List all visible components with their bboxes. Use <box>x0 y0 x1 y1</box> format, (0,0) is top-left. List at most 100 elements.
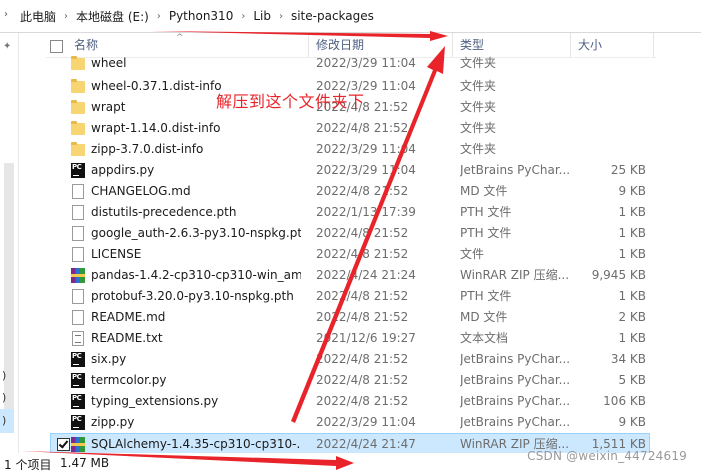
file-date: 2022/3/29 11:04 <box>316 142 416 156</box>
chevron-right-icon[interactable]: › <box>277 11 285 22</box>
file-type: JetBrains PyChar... <box>460 373 571 387</box>
file-name: google_auth-2.6.3-py3.10-nspkg.pth <box>91 226 301 240</box>
file-name: protobuf-3.20.0-py3.10-nspkg.pth <box>91 289 294 303</box>
table-row[interactable]: termcolor.py 2022/4/8 21:52 JetBrains PyCh… <box>46 370 650 391</box>
file-type: 文件 <box>460 247 485 261</box>
table-row[interactable]: google_auth-2.6.3-py3.10-nspkg.pth 2022/4… <box>46 223 650 244</box>
file-type: 文件夹 <box>460 121 497 135</box>
file-size <box>578 118 646 139</box>
folder-icon <box>71 142 85 156</box>
file-date: 2022/4/8 21:52 <box>316 373 409 387</box>
file-size <box>578 139 646 160</box>
table-row[interactable]: appdirs.py 2022/3/29 11:04 JetBrains PyCha… <box>46 160 650 181</box>
file-type: PTH 文件 <box>460 226 512 240</box>
file-name: typing_extensions.py <box>91 394 219 408</box>
file-name: README.txt <box>91 331 163 345</box>
breadcrumb-python310[interactable]: Python310 <box>163 9 240 23</box>
breadcrumb-drive-e[interactable]: 本地磁盘 (E:) <box>70 8 155 25</box>
navigation-item-fragment[interactable]: ) <box>2 391 6 404</box>
file-name: termcolor.py <box>91 373 167 387</box>
breadcrumb-this-pc[interactable]: 此电脑 <box>14 8 62 25</box>
table-row[interactable]: README.md 2022/4/8 21:52 MD 文件 2 KB <box>46 307 650 328</box>
file-size: 1 KB <box>618 226 646 240</box>
file-name: pandas-1.4.2-cp310-cp310-win_am... <box>91 268 301 282</box>
file-size: 9 KB <box>618 415 646 429</box>
nav-chevron-icon[interactable]: › <box>4 9 8 20</box>
navigation-item-fragment[interactable]: ) <box>2 369 6 382</box>
file-date: 2022/4/8 21:52 <box>316 310 409 324</box>
file-date: 2022/3/29 11:04 <box>316 415 416 429</box>
file-name: appdirs.py <box>91 163 155 177</box>
file-type: JetBrains PyChar... <box>460 415 571 429</box>
file-date: 2021/12/6 19:27 <box>316 331 416 345</box>
file-name: wheel <box>91 56 127 70</box>
file-size: 5 KB <box>618 373 646 387</box>
file-type: 文件夹 <box>460 56 497 70</box>
file-date: 2022/4/8 21:52 <box>316 394 409 408</box>
file-name: SQLAlchemy-1.4.35-cp310-cp310-... <box>91 437 301 451</box>
file-name: zipp.py <box>91 415 135 429</box>
file-date: 2022/4/8 21:52 <box>316 289 409 303</box>
table-row[interactable]: protobuf-3.20.0-py3.10-nspkg.pth 2022/4/8… <box>46 286 650 307</box>
file-size: 25 KB <box>610 163 646 177</box>
file-size: 1 KB <box>618 289 646 303</box>
row-checkbox[interactable] <box>57 438 70 451</box>
status-item-count: 1 个项目 <box>4 458 52 472</box>
text-file-icon <box>72 331 84 346</box>
file-size: 9,945 KB <box>591 268 646 282</box>
table-row[interactable]: wheel 2022/3/29 11:04 文件夹 <box>46 53 650 74</box>
table-row[interactable]: six.py 2022/4/8 21:52 JetBrains PyChar... 3… <box>46 349 650 370</box>
file-type: JetBrains PyChar... <box>460 394 571 408</box>
file-size: 1 KB <box>618 331 646 345</box>
table-row[interactable]: distutils-precedence.pth 2022/1/13 17:39 P… <box>46 202 650 223</box>
address-bar[interactable]: › 此电脑 › 本地磁盘 (E:) › Python310 › Lib › si… <box>0 0 701 33</box>
file-type: PTH 文件 <box>460 205 512 219</box>
file-size: 1 KB <box>618 247 646 261</box>
folder-icon <box>71 121 85 135</box>
table-row[interactable]: typing_extensions.py 2022/4/8 21:52 JetBra… <box>46 391 650 412</box>
file-icon <box>72 289 84 304</box>
file-icon <box>72 310 84 325</box>
navigation-pane[interactable]: ✦ ) ) ) <box>0 33 19 453</box>
file-name: LICENSE <box>91 247 142 261</box>
table-row[interactable]: pandas-1.4.2-cp310-cp310-win_am... 2022/4… <box>46 265 650 286</box>
file-name: CHANGELOG.md <box>91 184 191 198</box>
pycharm-file-icon <box>71 163 85 178</box>
file-icon <box>72 205 84 220</box>
table-row[interactable]: zipp.py 2022/3/29 11:04 JetBrains PyChar..… <box>46 412 650 433</box>
file-icon <box>72 247 84 262</box>
file-type: JetBrains PyChar... <box>460 352 571 366</box>
file-type: 文件夹 <box>460 79 497 93</box>
file-type: 文件夹 <box>460 100 497 114</box>
file-date: 2022/4/8 21:52 <box>316 247 409 261</box>
file-size <box>578 76 646 97</box>
table-row[interactable]: LICENSE 2022/4/8 21:52 文件 1 KB <box>46 244 650 265</box>
table-row[interactable]: CHANGELOG.md 2022/4/8 21:52 MD 文件 9 KB <box>46 181 650 202</box>
select-all-checkbox[interactable] <box>50 40 63 53</box>
file-date: 2022/3/29 11:04 <box>316 56 416 70</box>
breadcrumb-lib[interactable]: Lib <box>247 9 277 23</box>
file-size: 1 KB <box>618 205 646 219</box>
pin-icon: ✦ <box>3 41 12 52</box>
file-date: 2022/4/24 21:47 <box>316 437 416 451</box>
file-date: 2022/4/8 21:52 <box>316 226 409 240</box>
chevron-right-icon[interactable]: › <box>62 11 70 22</box>
file-name: distutils-precedence.pth <box>91 205 237 219</box>
table-row[interactable]: wrapt-1.14.0.dist-info 2022/4/8 21:52 文件夹 <box>46 118 650 139</box>
file-type: MD 文件 <box>460 184 508 198</box>
pycharm-file-icon <box>71 352 85 367</box>
navigation-item-fragment[interactable]: ) <box>2 414 6 427</box>
column-divider[interactable] <box>653 33 654 57</box>
file-date: 2022/4/8 21:52 <box>316 184 409 198</box>
breadcrumb: 此电脑 › 本地磁盘 (E:) › Python310 › Lib › site… <box>14 0 380 32</box>
breadcrumb-site-packages[interactable]: site-packages <box>285 9 380 23</box>
sort-ascending-icon: ^ <box>176 33 184 43</box>
file-name: zipp-3.7.0.dist-info <box>91 142 204 156</box>
table-row[interactable]: README.txt 2021/12/6 19:27 文本文档 1 KB <box>46 328 650 349</box>
file-type: 文本文档 <box>460 331 509 345</box>
chevron-right-icon[interactable]: › <box>239 11 247 22</box>
file-date: 2022/4/8 21:52 <box>316 352 409 366</box>
chevron-right-icon[interactable]: › <box>155 11 163 22</box>
pycharm-file-icon <box>71 415 85 430</box>
table-row[interactable]: zipp-3.7.0.dist-info 2022/3/29 11:04 文件夹 <box>46 139 650 160</box>
